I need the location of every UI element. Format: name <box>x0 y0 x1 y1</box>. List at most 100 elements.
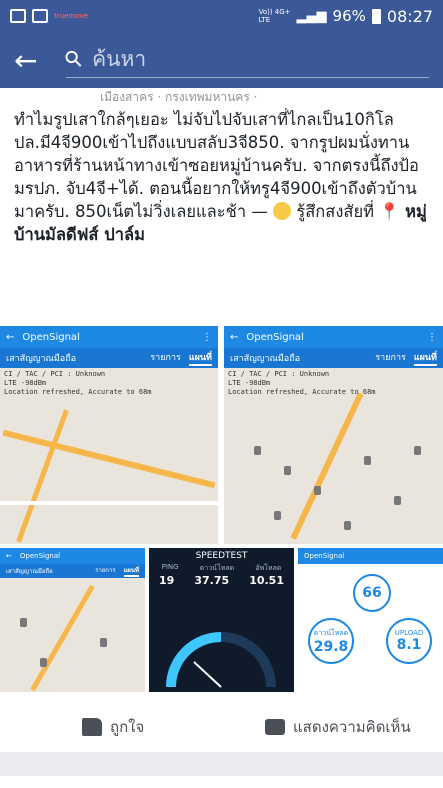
post-body: ทำไมรูปเสาใกล้ๆเยอะ ไม่จับไปจับเสาที่ไกล… <box>0 102 443 246</box>
tab-map: แผนที่ <box>123 565 139 577</box>
confused-emoji-icon <box>273 202 292 220</box>
photo-opensignal-speed[interactable]: OpenSignal 66 ดาวน์โหลด 29.8 UPLOAD 8.1 <box>298 548 443 692</box>
comment-button[interactable]: แสดงความคิดเห็น <box>265 715 411 739</box>
app-title: OpenSignal <box>19 552 61 560</box>
map-road <box>0 501 218 505</box>
info-line: CI / TAC / PCI : Unknown <box>4 370 106 378</box>
tab-label: เสาสัญญาณมือถือ <box>230 354 301 364</box>
like-label: ถูกใจ <box>110 718 145 736</box>
tab-list: รายการ <box>95 567 116 574</box>
photo-grid[interactable]: ← OpenSignal ⋮ เสาสัญญาณมือถือ รายการ แผนที่… <box>0 326 443 692</box>
dl-circle-label: ดาวน์โหลด <box>313 628 349 637</box>
app-bar: ← OpenSignal <box>0 548 145 564</box>
download-circle: ดาวน์โหลด 29.8 <box>308 618 354 664</box>
info-line: LTE -98dBm <box>228 379 271 387</box>
comment-label: แสดงความคิดเห็น <box>293 718 411 736</box>
app-bar: ← OpenSignal ⋮ <box>224 326 443 348</box>
ul-circle-label: UPLOAD <box>394 629 424 637</box>
app-title: OpenSignal <box>246 331 304 343</box>
upload-value: 10.51 <box>249 574 284 587</box>
battery-icon <box>371 8 381 24</box>
photo-opensignal-map-3[interactable]: ← OpenSignal เสาสัญญาณมือถือ รายการ แผนที่ <box>0 548 145 692</box>
search-placeholder: ค้นหา <box>92 47 147 71</box>
upload-circle: UPLOAD 8.1 <box>386 618 432 664</box>
network-type: Vo)) 4G+ <box>258 8 291 16</box>
network-lte: LTE <box>258 16 271 24</box>
tab-bar: เสาสัญญาณมือถือ รายการ แผนที่ <box>224 348 443 368</box>
info-line: Location refreshed, Accurate to 68m <box>4 388 152 396</box>
tab-bar: เสาสัญญาณมือถือ รายการ แผนที่ <box>0 564 145 578</box>
cell-tower-marker <box>254 446 261 455</box>
cell-tower-marker <box>344 521 351 530</box>
cell-tower-marker <box>40 658 47 667</box>
ping-label: PING <box>161 563 179 571</box>
battery-percent: 96% <box>332 7 366 25</box>
download-label: ดาวน์โหลด <box>199 564 235 572</box>
photo-opensignal-map-1[interactable]: ← OpenSignal ⋮ เสาสัญญาณมือถือ รายการ แผนที่… <box>0 326 218 544</box>
tab-list: รายการ <box>375 353 406 363</box>
tab-list: รายการ <box>150 353 181 363</box>
center-value: 66 <box>362 585 382 601</box>
info-line: CI / TAC / PCI : Unknown <box>228 370 330 378</box>
info-line: Location refreshed, Accurate to 68m <box>228 388 376 396</box>
cell-info: CI / TAC / PCI : Unknown LTE -98dBm Loca… <box>224 368 443 399</box>
cell-info: CI / TAC / PCI : Unknown LTE -98dBm Loca… <box>0 368 218 399</box>
back-icon: ← <box>230 331 239 343</box>
speed-gauge <box>166 632 276 688</box>
app-title: OpenSignal <box>304 552 345 560</box>
carrier-logo: truemove <box>54 11 88 20</box>
tab-map: แผนที่ <box>188 350 212 366</box>
dl-circle-value: 29.8 <box>313 638 349 655</box>
post-location-line: เมืองสาคร · กรุงเทพมหานคร · <box>100 90 258 102</box>
back-icon: ← <box>6 331 15 343</box>
search-header: ← ⚲ ค้นหา <box>0 32 443 88</box>
cell-tower-marker <box>364 456 371 465</box>
info-line: LTE -98dBm <box>4 379 47 387</box>
ping-circle: 66 <box>353 574 391 612</box>
map-road <box>16 409 69 543</box>
cell-tower-marker <box>274 511 281 520</box>
cell-tower-marker <box>20 618 27 627</box>
next-post-peek <box>0 776 443 788</box>
feeling-text: รู้สึกสงสัยที่ <box>296 202 375 221</box>
image-notification-icon <box>32 9 48 23</box>
more-icon: ⋮ <box>202 331 212 343</box>
post: เมืองสาคร · กรุงเทพมหานคร · ทำไมรูปเสาใก… <box>0 88 443 246</box>
speedtest-title: SPEEDTEST <box>195 551 248 561</box>
more-icon: ⋮ <box>427 331 437 343</box>
map-road <box>30 584 95 692</box>
cell-tower-marker <box>394 496 401 505</box>
facebook-notification-icon <box>10 9 26 23</box>
photo-speedtest[interactable]: SPEEDTEST PING ดาวน์โหลด อัพโหลด 19 37.7… <box>149 548 294 692</box>
app-bar: ← OpenSignal ⋮ <box>0 326 218 348</box>
map-road <box>2 429 216 489</box>
clock: 08:27 <box>386 6 433 26</box>
ul-circle-value: 8.1 <box>396 637 422 653</box>
tab-label: เสาสัญญาณมือถือ <box>6 354 77 364</box>
back-icon: ← <box>6 552 12 560</box>
thumbs-up-icon <box>82 718 102 736</box>
search-input[interactable]: ⚲ ค้นหา <box>60 42 429 78</box>
comment-icon <box>265 719 285 735</box>
signal-icon: ▂▄▆ <box>296 8 327 24</box>
location-pin-icon: 📍 <box>379 202 400 221</box>
download-value: 37.75 <box>194 574 230 587</box>
photo-opensignal-map-2[interactable]: ← OpenSignal ⋮ เสาสัญญาณมือถือ รายการ แผนที่… <box>224 326 443 544</box>
tab-bar: เสาสัญญาณมือถือ รายการ แผนที่ <box>0 348 218 368</box>
app-title: OpenSignal <box>22 331 80 343</box>
search-icon: ⚲ <box>59 44 89 75</box>
cell-tower-marker <box>100 638 107 647</box>
tab-map: แผนที่ <box>413 350 437 366</box>
cell-tower-marker <box>314 486 321 495</box>
ping-value: 19 <box>159 574 175 587</box>
post-actions: ถูกใจ แสดงความคิดเห็น <box>0 702 443 752</box>
like-button[interactable]: ถูกใจ <box>82 715 144 739</box>
status-bar: truemove Vo)) 4G+ LTE ▂▄▆ 96% 08:27 <box>0 0 443 32</box>
upload-label: อัพโหลด <box>255 564 282 572</box>
back-arrow-icon[interactable]: ← <box>14 44 54 77</box>
tab-label: เสาสัญญาณมือถือ <box>6 568 53 575</box>
cell-tower-marker <box>414 446 421 455</box>
cell-tower-marker <box>284 466 291 475</box>
app-bar: OpenSignal <box>298 548 443 564</box>
feed-divider <box>0 752 443 776</box>
